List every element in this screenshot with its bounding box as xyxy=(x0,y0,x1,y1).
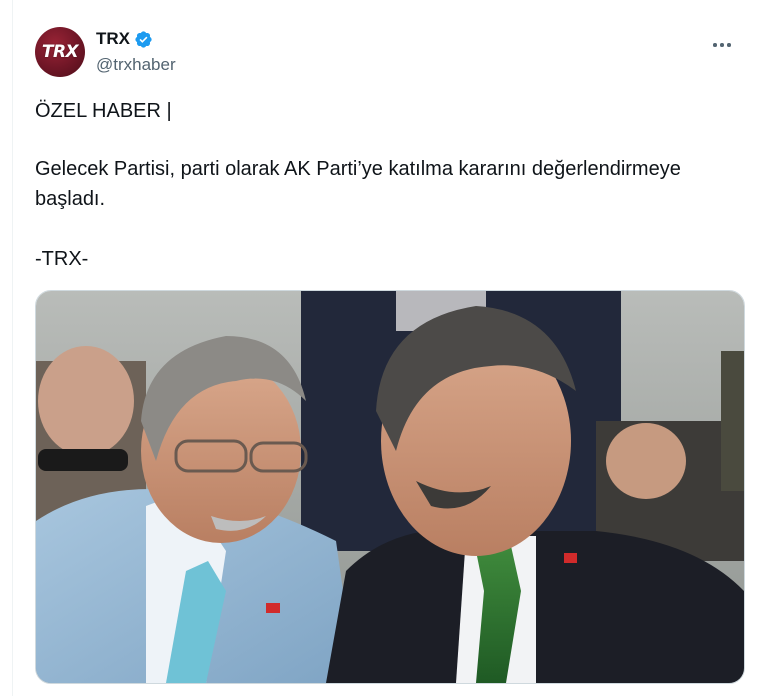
tweet-photo[interactable] xyxy=(35,290,745,684)
timeline-border xyxy=(12,0,13,696)
more-horizontal-icon[interactable] xyxy=(707,35,737,55)
tweet-line-body: Gelecek Partisi, parti olarak AK Parti’y… xyxy=(35,158,681,210)
tweet-header: TRX TRX @trxhaber xyxy=(35,27,737,79)
tweet-line-headline: ÖZEL HABER | xyxy=(35,100,172,122)
name-row: TRX xyxy=(96,29,153,49)
avatar-logo: TRX xyxy=(41,42,79,62)
photo-illustration xyxy=(36,291,744,683)
tweet-line-signature: -TRX- xyxy=(35,248,89,270)
avatar[interactable]: TRX xyxy=(35,27,85,77)
display-name[interactable]: TRX xyxy=(96,29,130,49)
user-handle[interactable]: @trxhaber xyxy=(96,55,176,75)
verified-badge-icon[interactable] xyxy=(134,30,153,49)
